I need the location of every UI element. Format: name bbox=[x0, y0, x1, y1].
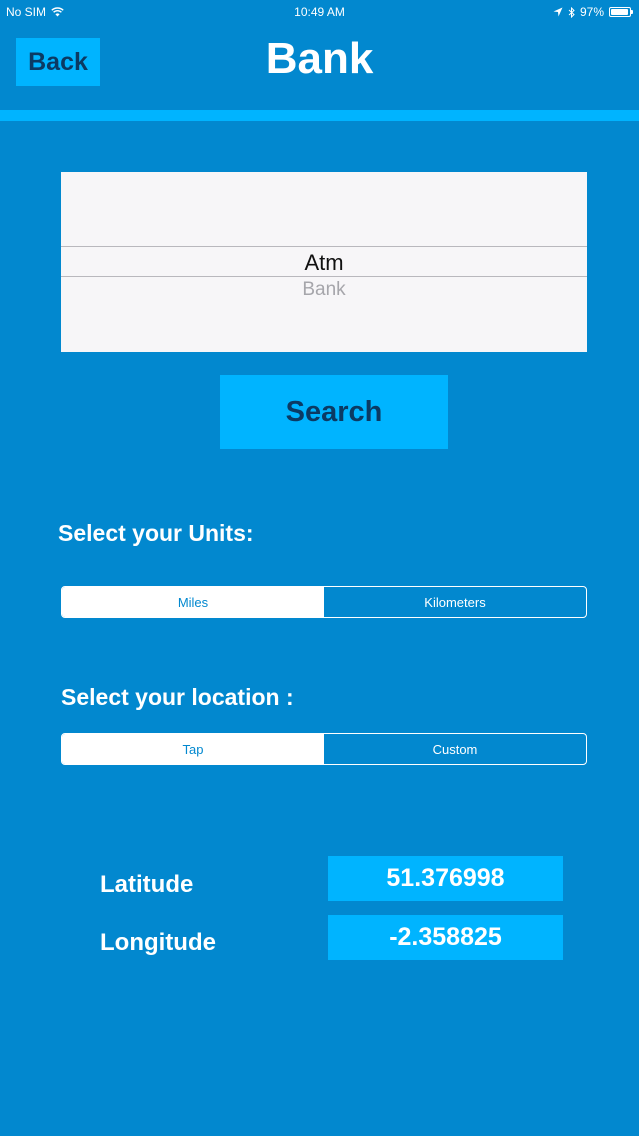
category-picker[interactable]: Atm Bank bbox=[61, 172, 587, 352]
bluetooth-icon bbox=[568, 6, 575, 18]
units-option-miles[interactable]: Miles bbox=[62, 587, 324, 617]
units-segmented-control[interactable]: Miles Kilometers bbox=[61, 586, 587, 618]
latitude-label: Latitude bbox=[100, 871, 194, 898]
status-time: 10:49 AM bbox=[294, 5, 345, 19]
units-option-kilometers[interactable]: Kilometers bbox=[324, 587, 586, 617]
battery-icon bbox=[609, 7, 633, 17]
status-bar: No SIM 10:49 AM 97% bbox=[0, 0, 639, 24]
picker-option-selected[interactable]: Atm bbox=[61, 250, 587, 276]
picker-selection-bottom-line bbox=[61, 276, 587, 277]
longitude-value: -2.358825 bbox=[328, 915, 563, 960]
battery-percent: 97% bbox=[579, 5, 604, 19]
search-button[interactable]: Search bbox=[220, 375, 448, 449]
picker-option-next[interactable]: Bank bbox=[61, 279, 587, 301]
location-option-tap[interactable]: Tap bbox=[62, 734, 324, 764]
units-label: Select your Units: bbox=[58, 520, 254, 546]
picker-selection-top-line bbox=[61, 246, 587, 247]
location-label: Select your location : bbox=[61, 684, 294, 710]
header-divider bbox=[0, 110, 639, 121]
battery-level-fill bbox=[611, 9, 629, 15]
location-option-custom[interactable]: Custom bbox=[324, 734, 586, 764]
location-arrow-icon bbox=[553, 7, 563, 17]
page-title: Bank bbox=[265, 34, 374, 83]
longitude-label: Longitude bbox=[100, 929, 216, 956]
status-right: 97% bbox=[553, 5, 633, 19]
location-segmented-control[interactable]: Tap Custom bbox=[61, 733, 587, 765]
latitude-value: 51.376998 bbox=[328, 856, 563, 901]
